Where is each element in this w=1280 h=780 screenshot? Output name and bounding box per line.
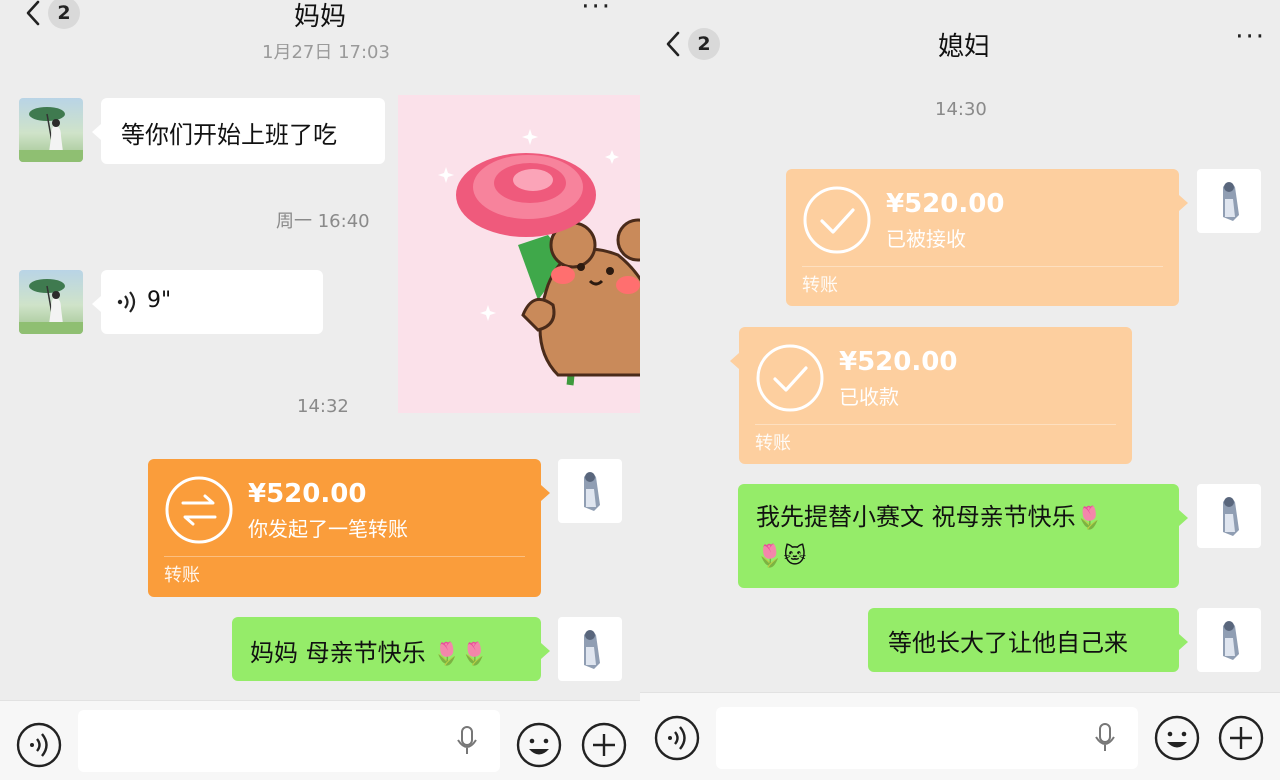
microphone-icon[interactable] [1094, 723, 1116, 753]
transfer-card[interactable]: ¥520.00 你发起了一笔转账 转账 [148, 459, 550, 597]
checkmark-circle-icon [756, 344, 824, 412]
umbrella-painting-icon [19, 279, 83, 334]
transfer-status: 已收款 [839, 385, 899, 409]
transfer-label: 转账 [164, 565, 200, 586]
bear-flower-sticker[interactable] [398, 95, 640, 413]
avatar[interactable] [558, 459, 622, 523]
divider [802, 266, 1163, 267]
avatar[interactable] [1197, 169, 1261, 233]
microphone-icon[interactable] [456, 726, 478, 756]
message-bubble[interactable]: 我先提替小赛文 祝母亲节快乐🌷 🌷🐱 [738, 484, 1188, 588]
bubble-tail [1179, 195, 1188, 211]
message-bubble[interactable]: 等你们开始上班了吃 [92, 98, 385, 164]
transfer-amount: ¥520.00 [248, 479, 367, 509]
bubble-tail [541, 643, 550, 659]
divider [755, 424, 1116, 425]
chat-panel-wife: 2 媳妇 ··· 14:30 ¥520.00 已被接收 转账 ¥520.00 已… [640, 0, 1280, 780]
message-text: 我先提替小赛文 祝母亲节快乐 [756, 503, 1076, 531]
avatar[interactable] [1197, 484, 1261, 548]
transfer-card[interactable]: ¥520.00 已被接收 转账 [786, 169, 1188, 306]
transfer-arrows-icon [165, 476, 233, 544]
message-input[interactable] [78, 710, 500, 772]
more-button[interactable]: ··· [1235, 22, 1266, 52]
transfer-card[interactable]: ¥520.00 已收款 转账 [730, 327, 1132, 464]
voice-input-toggle-icon[interactable] [654, 715, 700, 761]
transfer-amount: ¥520.00 [886, 189, 1005, 219]
more-button[interactable]: ··· [581, 0, 612, 22]
voice-message-bubble[interactable]: 9" [92, 270, 323, 334]
chat-title: 妈妈 [293, 2, 346, 32]
bubble-tail [541, 485, 550, 501]
plus-icon[interactable] [581, 722, 627, 768]
tulip-emoji: 🌷🌷 [433, 642, 489, 667]
avatar[interactable] [19, 270, 83, 334]
voice-input-toggle-icon[interactable] [16, 722, 62, 768]
transfer-label: 转账 [755, 433, 791, 454]
timestamp: 周一 16:40 [276, 211, 370, 232]
snow-figure-icon [1223, 497, 1239, 536]
bear-holding-carnation-icon [438, 129, 640, 386]
bubble-tail [1179, 510, 1188, 526]
checkmark-circle-icon [803, 186, 871, 254]
divider [164, 556, 525, 557]
message-input[interactable] [716, 707, 1138, 769]
message-text: 妈妈 母亲节快乐 [250, 639, 426, 667]
transfer-status: 你发起了一笔转账 [248, 517, 408, 541]
input-bar [0, 700, 640, 780]
message-text: 等你们开始上班了吃 [121, 121, 337, 149]
snow-figure-icon [1223, 621, 1239, 660]
message-bubble[interactable]: 等他长大了让他自己来 [868, 608, 1188, 672]
timestamp: 14:30 [935, 99, 987, 120]
bubble-tail [1179, 634, 1188, 650]
avatar[interactable] [19, 98, 83, 162]
chat-header: 2 妈妈 ··· [0, 0, 640, 40]
timestamp-clipped: 1月27日 17:03 [262, 42, 390, 63]
chat-title: 媳妇 [937, 32, 990, 62]
transfer-amount: ¥520.00 [839, 347, 958, 377]
message-bubble[interactable]: 妈妈 母亲节快乐 🌷🌷 [232, 617, 550, 681]
transfer-label: 转账 [802, 275, 838, 296]
emoji-icon[interactable] [516, 722, 562, 768]
input-bar [640, 692, 1280, 780]
emoji-icon[interactable] [1154, 715, 1200, 761]
message-text: 等他长大了让他自己来 [888, 629, 1128, 657]
transfer-status: 已被接收 [886, 227, 966, 251]
bubble-tail [92, 124, 101, 140]
timestamp: 14:32 [297, 396, 349, 417]
snow-figure-icon [584, 630, 600, 669]
plus-icon[interactable] [1218, 715, 1264, 761]
voice-wave-icon [117, 291, 136, 313]
tulip-emoji: 🌷 [1075, 506, 1104, 531]
tulip-cat-emoji: 🌷🐱 [756, 544, 807, 569]
umbrella-painting-icon [19, 107, 83, 162]
chat-panel-mom: 2 妈妈 ··· 1月27日 17:03 等你们开始上班了吃 周一 16:40 [0, 0, 640, 780]
bubble-tail [92, 296, 101, 312]
bubble-tail [730, 353, 739, 369]
snow-figure-icon [584, 472, 600, 511]
chat-header: 2 媳妇 ··· [640, 0, 1280, 86]
voice-duration: 9" [147, 288, 172, 313]
avatar[interactable] [558, 617, 622, 681]
snow-figure-icon [1223, 182, 1239, 221]
avatar[interactable] [1197, 608, 1261, 672]
